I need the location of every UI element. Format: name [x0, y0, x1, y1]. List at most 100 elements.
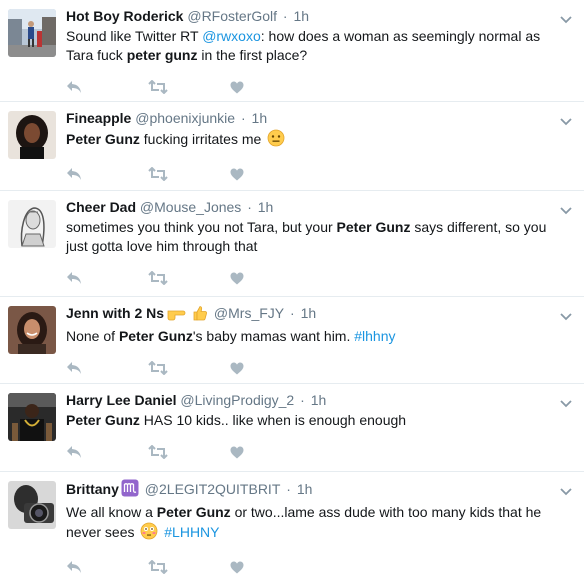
timestamp[interactable]: 1h [252, 110, 268, 126]
retweet-button[interactable] [148, 560, 230, 574]
tweet-header: Fineapple @phoenixjunkie · 1h [66, 109, 552, 127]
avatar[interactable] [8, 200, 56, 248]
search-term-highlight: Peter Gunz [156, 504, 231, 520]
chevron-down-icon[interactable] [560, 202, 572, 220]
mention-link[interactable]: @rwxoxo [202, 28, 261, 44]
reply-icon [66, 560, 82, 574]
neutral-face-emoji [267, 129, 285, 152]
display-name[interactable]: Fineapple [66, 110, 131, 126]
timestamp[interactable]: 1h [297, 481, 313, 497]
tweet-header: Harry Lee Daniel @LivingProdigy_2 · 1h [66, 391, 552, 409]
tweet-actions [66, 164, 552, 184]
hashtag-link[interactable]: #LHHNY [164, 524, 219, 540]
like-button[interactable] [230, 362, 312, 375]
display-name[interactable]: Jenn with 2 Ns [66, 305, 164, 321]
separator-dot: · [237, 110, 250, 126]
search-term-highlight: Peter Gunz [66, 412, 140, 428]
display-name[interactable]: Brittany [66, 481, 119, 497]
text-segment: sometimes you think you not Tara, but yo… [66, 219, 337, 235]
separator-dot: · [243, 199, 256, 215]
display-name[interactable]: Cheer Dad [66, 199, 136, 215]
tweet-text: Sound like Twitter RT @rwxoxo: how does … [66, 27, 552, 65]
like-button[interactable] [230, 561, 312, 574]
retweet-icon [148, 445, 168, 459]
tweet-actions [66, 77, 552, 97]
point-right-emoji [166, 305, 188, 325]
username[interactable]: @phoenixjunkie [135, 110, 235, 126]
tweet-feed: Hot Boy Roderick @RFosterGolf · 1h Sound … [0, 0, 584, 575]
username[interactable]: @Mrs_FJY [214, 305, 284, 321]
timestamp[interactable]: 1h [311, 392, 327, 408]
tweet-text: Peter Gunz HAS 10 kids.. like when is en… [66, 411, 552, 430]
retweet-icon [148, 560, 168, 574]
reply-button[interactable] [66, 271, 148, 285]
thumbs-up-emoji [192, 305, 208, 325]
username[interactable]: @Mouse_Jones [140, 199, 241, 215]
avatar[interactable] [8, 111, 56, 159]
display-name[interactable]: Harry Lee Daniel [66, 392, 177, 408]
retweet-button[interactable] [148, 167, 230, 181]
chevron-down-icon[interactable] [560, 395, 572, 413]
retweet-icon [148, 271, 168, 285]
timestamp[interactable]: 1h [294, 8, 310, 24]
username[interactable]: @2LEGIT2QUITBRIT [145, 481, 281, 497]
retweet-button[interactable] [148, 80, 230, 94]
search-term-highlight: Peter Gunz [336, 219, 411, 235]
text-segment: 's baby mamas want him. [192, 328, 355, 344]
tweet-header: Brittany @2LEGIT2QUITBRIT · 1h [66, 479, 552, 501]
reply-button[interactable] [66, 560, 148, 574]
avatar[interactable] [8, 393, 56, 441]
tweet-text: Peter Gunz fucking irritates me [66, 129, 552, 152]
reply-button[interactable] [66, 361, 148, 375]
timestamp[interactable]: 1h [301, 305, 317, 321]
retweet-button[interactable] [148, 445, 230, 459]
tweet-actions [66, 442, 552, 462]
reply-icon [66, 167, 82, 181]
like-button[interactable] [230, 81, 312, 94]
tweet-actions [66, 358, 552, 378]
like-button[interactable] [230, 272, 312, 285]
username[interactable]: @RFosterGolf [187, 8, 277, 24]
timestamp[interactable]: 1h [258, 199, 274, 215]
tweet[interactable]: Fineapple @phoenixjunkie · 1h Peter Gunz … [0, 102, 584, 191]
tweet[interactable]: Brittany @2LEGIT2QUITBRIT · 1h We all kno… [0, 472, 584, 575]
reply-button[interactable] [66, 80, 148, 94]
text-segment: in the first place? [197, 47, 308, 63]
text-segment: We all know a [66, 504, 157, 520]
retweet-button[interactable] [148, 271, 230, 285]
reply-icon [66, 361, 82, 375]
tweet[interactable]: Harry Lee Daniel @LivingProdigy_2 · 1h Pe… [0, 384, 584, 472]
tweet[interactable]: Cheer Dad @Mouse_Jones · 1h sometimes you… [0, 191, 584, 297]
chevron-down-icon[interactable] [560, 113, 572, 131]
reply-button[interactable] [66, 445, 148, 459]
tweet-text: We all know a Peter Gunz or two...lame a… [66, 503, 552, 545]
tweet[interactable]: Hot Boy Roderick @RFosterGolf · 1h Sound … [0, 0, 584, 102]
heart-icon [230, 362, 244, 375]
chevron-down-icon[interactable] [560, 483, 572, 501]
text-segment: fucking irritates me [139, 131, 266, 147]
like-button[interactable] [230, 446, 312, 459]
reply-icon [66, 80, 82, 94]
search-term-highlight: Peter Gunz [66, 131, 140, 147]
avatar[interactable] [8, 306, 56, 354]
reply-button[interactable] [66, 167, 148, 181]
separator-dot: · [279, 8, 292, 24]
chevron-down-icon[interactable] [560, 308, 572, 326]
tweet-actions [66, 268, 552, 288]
search-term-highlight: peter gunz [126, 47, 198, 63]
username[interactable]: @LivingProdigy_2 [180, 392, 294, 408]
hashtag-link[interactable]: #lhhny [354, 328, 395, 344]
search-term-highlight: Peter Gunz [118, 328, 193, 344]
avatar[interactable] [8, 481, 56, 529]
tweet-text: sometimes you think you not Tara, but yo… [66, 218, 552, 256]
avatar[interactable] [8, 9, 56, 57]
like-button[interactable] [230, 168, 312, 181]
tweet-text: None of Peter Gunz's baby mamas want him… [66, 327, 552, 346]
virgo-emoji [121, 479, 139, 501]
tweet-header: Jenn with 2 Ns @Mrs_FJY · 1h [66, 304, 552, 325]
retweet-button[interactable] [148, 361, 230, 375]
heart-icon [230, 561, 244, 574]
chevron-down-icon[interactable] [560, 11, 572, 29]
tweet[interactable]: Jenn with 2 Ns @Mrs_FJY · 1h None of Pete… [0, 297, 584, 384]
display-name[interactable]: Hot Boy Roderick [66, 8, 183, 24]
